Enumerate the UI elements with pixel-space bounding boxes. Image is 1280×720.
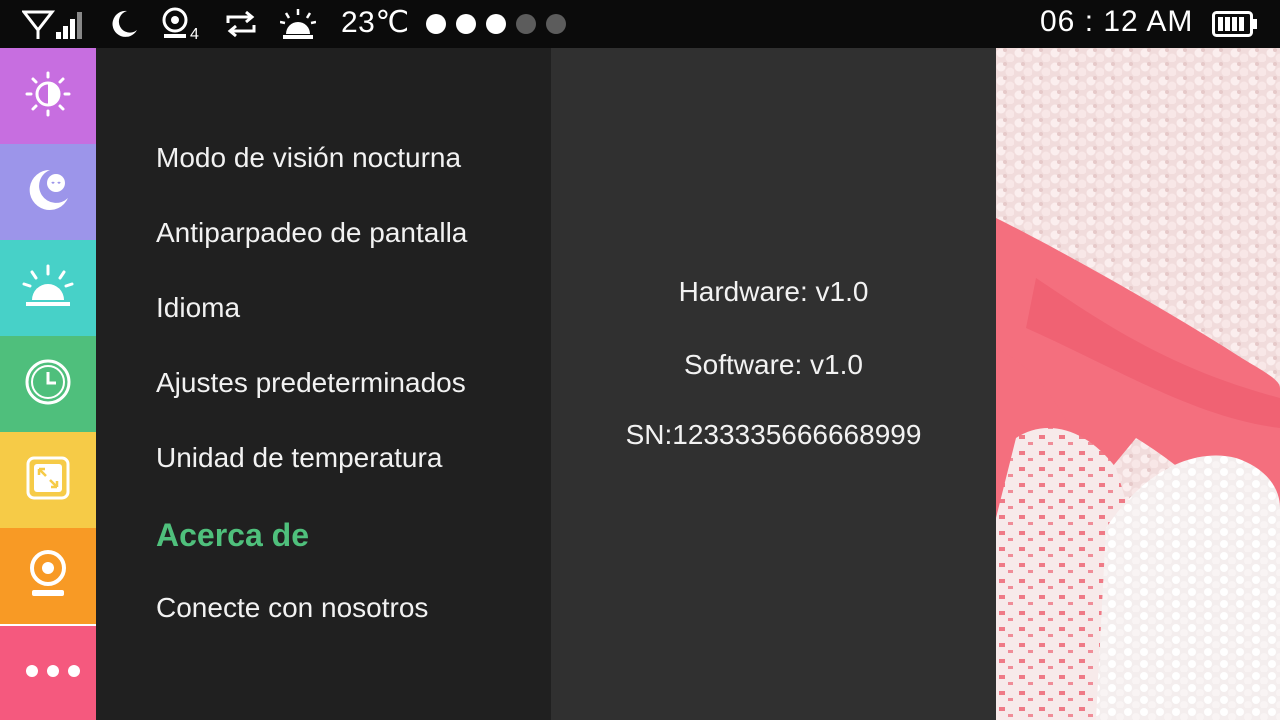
rail-item-brightness[interactable] — [0, 48, 96, 144]
repeat-icon — [224, 6, 258, 42]
rail-item-timer[interactable] — [0, 336, 96, 432]
rail-item-camera[interactable] — [0, 528, 96, 624]
menu-item-language[interactable]: Idioma — [156, 292, 240, 324]
status-bar: 4 23℃ 06 : 12 AM — [0, 0, 1280, 48]
settings-menu: Modo de visión nocturna Antiparpadeo de … — [96, 48, 551, 720]
software-version: Software: v1.0 — [684, 349, 863, 380]
camera-icon — [26, 548, 70, 605]
signal-dot — [456, 14, 476, 34]
alarm-icon — [280, 6, 316, 42]
serial-number: SN:1233335666668999 — [625, 419, 922, 450]
rail-item-zoom[interactable] — [0, 432, 96, 528]
signal-dot — [516, 14, 536, 34]
signal-dot — [426, 14, 446, 34]
camera-feed-image — [996, 48, 1280, 720]
alarm-icon — [22, 262, 74, 315]
brightness-icon — [24, 70, 72, 123]
clock-icon — [24, 358, 72, 411]
menu-item-night-vision[interactable]: Modo de visión nocturna — [156, 142, 461, 174]
menu-item-anti-flicker[interactable]: Antiparpadeo de pantalla — [156, 217, 467, 249]
about-panel: Hardware: v1.0 Software: v1.0 SN:1233335… — [551, 48, 996, 720]
signal-dot — [486, 14, 506, 34]
menu-item-temperature-unit[interactable]: Unidad de temperatura — [156, 442, 442, 474]
rail-item-more[interactable] — [0, 624, 108, 720]
zoom-icon — [26, 456, 70, 505]
more-dots-icon — [24, 663, 82, 684]
rail-item-lullaby[interactable] — [0, 144, 96, 240]
clock-time: 06 : 12 AM — [1040, 5, 1194, 38]
side-rail — [0, 48, 108, 720]
baby-moon-icon — [24, 166, 72, 219]
camera-icon: 4 — [160, 6, 204, 42]
menu-item-about[interactable]: Acerca de — [156, 517, 309, 554]
moon-icon — [106, 6, 140, 42]
signal-dot — [546, 14, 566, 34]
camera-count: 4 — [190, 26, 199, 41]
wifi-signal-icon — [22, 6, 84, 42]
signal-dots — [426, 14, 566, 34]
battery-icon — [1212, 11, 1258, 42]
temperature-readout: 23℃ — [341, 6, 410, 39]
menu-item-default-settings[interactable]: Ajustes predeterminados — [156, 367, 466, 399]
rail-item-alarm[interactable] — [0, 240, 96, 336]
hardware-version: Hardware: v1.0 — [678, 276, 869, 307]
menu-item-contact-us[interactable]: Conecte con nosotros — [156, 592, 428, 624]
